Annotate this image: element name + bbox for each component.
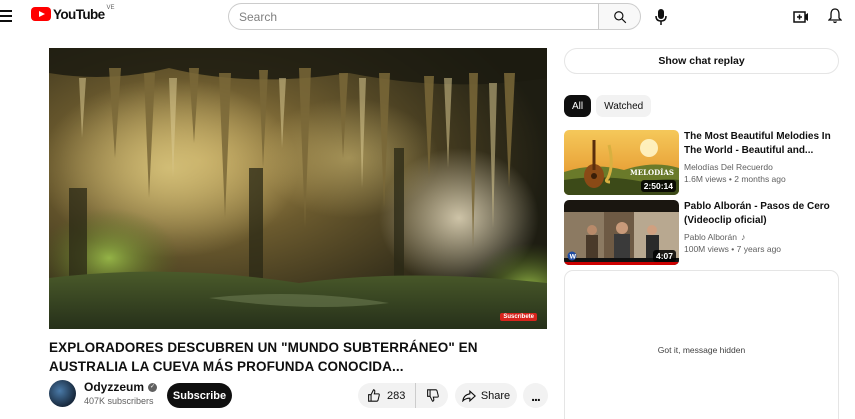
like-button[interactable]: 283 xyxy=(358,383,416,408)
video-duration: 2:50:14 xyxy=(640,180,676,192)
search-button[interactable] xyxy=(598,3,641,30)
more-actions-button[interactable]: ... xyxy=(523,383,548,408)
recommendation-info: Pablo Alborán - Pasos de Cero (Videoclip… xyxy=(684,200,844,255)
logo-text: YouTube xyxy=(53,7,105,22)
channel-owner: Odyzzeum ✓ 407K subscribers xyxy=(49,380,158,407)
svg-text:W: W xyxy=(570,254,577,261)
youtube-play-icon xyxy=(31,7,51,21)
subscriber-count: 407K subscribers xyxy=(84,396,154,406)
recommendation-channel-row: Pablo Alborán ♪ xyxy=(684,231,844,243)
video-player[interactable]: Suscríbete xyxy=(49,48,547,329)
thumbs-up-icon xyxy=(368,389,380,402)
channel-name[interactable]: Odyzzeum xyxy=(84,380,144,395)
voice-search-button[interactable] xyxy=(648,4,674,30)
filter-chips: All Watched xyxy=(564,95,656,117)
show-chat-replay-button[interactable]: Show chat replay xyxy=(564,48,839,74)
create-video-icon xyxy=(793,11,808,23)
music-note-icon: ♪ xyxy=(740,232,746,242)
bell-icon xyxy=(828,8,842,24)
share-icon xyxy=(461,389,476,402)
menu-icon[interactable] xyxy=(0,10,12,22)
subscribe-button[interactable]: Subscribe xyxy=(167,383,232,408)
recommendation-meta: 1.6M views • 2 months ago xyxy=(684,173,844,185)
chip-all[interactable]: All xyxy=(564,95,592,117)
view-count: 100M views xyxy=(684,244,729,254)
notifications-button[interactable] xyxy=(826,7,844,25)
video-thumbnail[interactable]: MELODÍAS 2:50:14 xyxy=(564,130,679,195)
upload-age: 7 years ago xyxy=(736,244,782,254)
recommendation-channel[interactable]: Melodías Del Recuerdo xyxy=(684,161,844,173)
dislike-button[interactable] xyxy=(416,383,448,408)
like-dislike-group: 283 xyxy=(358,383,448,408)
channel-name-row: Odyzzeum ✓ xyxy=(84,380,158,395)
like-count: 283 xyxy=(387,389,406,402)
chip-watched[interactable]: Watched xyxy=(596,95,652,117)
recommendation-item[interactable]: W 4:07 Pablo Alborán - Pasos de Cero (Vi… xyxy=(564,200,844,265)
microphone-icon xyxy=(655,9,667,25)
video-thumbnail[interactable]: W 4:07 xyxy=(564,200,679,265)
create-button[interactable] xyxy=(792,8,810,26)
search-icon xyxy=(613,10,626,23)
video-duration: 4:07 xyxy=(652,250,676,262)
recommendation-meta: 100M views • 7 years ago xyxy=(684,243,844,255)
recommendation-info: The Most Beautiful Melodies In The World… xyxy=(684,130,844,185)
recommendation-channel[interactable]: Pablo Alborán xyxy=(684,231,737,243)
video-title: EXPLORADORES DESCUBREN UN "MUNDO SUBTERR… xyxy=(49,340,478,374)
thumbnail-caption: MELODÍAS xyxy=(630,168,674,177)
share-button[interactable]: Share xyxy=(455,383,517,408)
hidden-message-text: Got it, message hidden xyxy=(657,345,746,355)
verified-icon: ✓ xyxy=(148,383,158,392)
channel-info: Odyzzeum ✓ 407K subscribers xyxy=(84,380,158,407)
top-bar: YouTube VE Search xyxy=(0,0,855,33)
recommendation-title[interactable]: The Most Beautiful Melodies In The World… xyxy=(684,130,844,158)
thumbs-down-icon xyxy=(426,389,439,402)
hidden-message-panel: Got it, message hidden xyxy=(564,270,839,419)
country-code: VE xyxy=(106,5,115,11)
subscribe-watermark[interactable]: Suscríbete xyxy=(500,313,537,321)
upload-age: 2 months ago xyxy=(734,174,786,184)
cave-video-frame xyxy=(49,48,547,329)
recommendation-item[interactable]: MELODÍAS 2:50:14 The Most Beautiful Melo… xyxy=(564,130,844,195)
recommendation-title[interactable]: Pablo Alborán - Pasos de Cero (Videoclip… xyxy=(684,200,844,228)
youtube-logo[interactable]: YouTube VE xyxy=(31,5,115,22)
share-label: Share xyxy=(480,389,511,402)
search-input[interactable]: Search xyxy=(228,3,599,30)
channel-avatar[interactable] xyxy=(49,380,76,407)
view-count: 1.6M views xyxy=(684,174,727,184)
search-placeholder: Search xyxy=(239,9,278,24)
